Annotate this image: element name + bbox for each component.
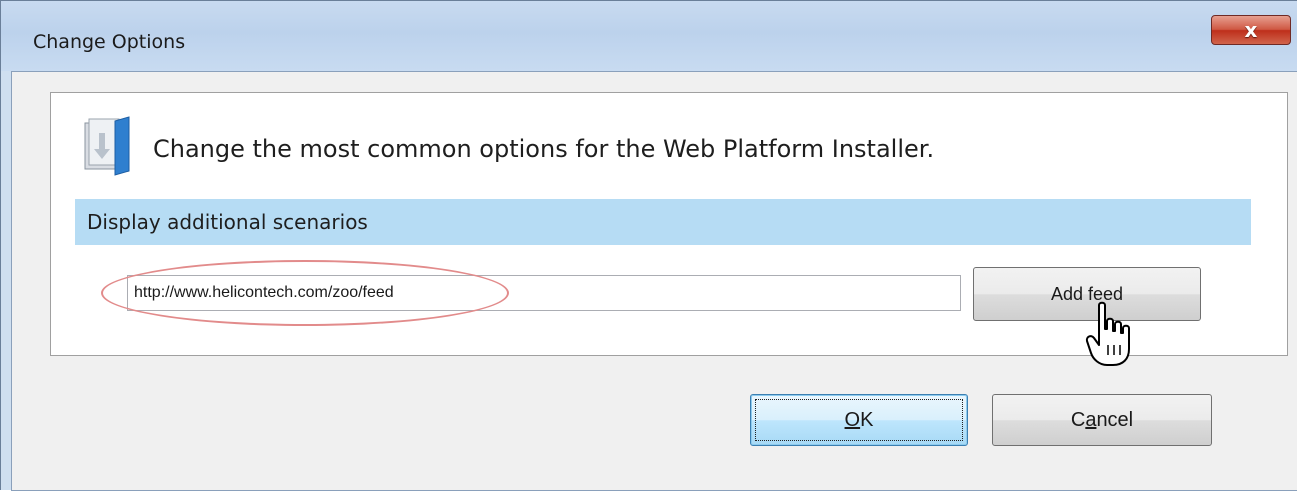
add-feed-button[interactable]: Add feed xyxy=(973,267,1201,321)
web-platform-installer-icon xyxy=(84,116,130,176)
section-label: Display additional scenarios xyxy=(87,210,368,234)
change-options-dialog: Change Options x Change the most common … xyxy=(0,0,1297,491)
feed-url-input[interactable] xyxy=(127,275,961,311)
cancel-label: Cancel xyxy=(1070,408,1134,431)
cancel-button[interactable]: Cancel xyxy=(992,394,1212,446)
dialog-body: Change the most common options for the W… xyxy=(11,71,1297,491)
close-icon: x xyxy=(1244,18,1258,42)
add-feed-label: Add feed xyxy=(1050,283,1124,304)
section-header: Display additional scenarios xyxy=(75,199,1251,245)
window-title: Change Options xyxy=(33,31,186,53)
ok-label: OK xyxy=(844,408,874,431)
ok-button[interactable]: OK xyxy=(750,394,968,446)
close-button[interactable]: x xyxy=(1211,15,1291,45)
options-headline: Change the most common options for the W… xyxy=(153,135,935,163)
title-bar[interactable]: Change Options x xyxy=(1,1,1297,71)
options-panel: Change the most common options for the W… xyxy=(50,92,1288,356)
